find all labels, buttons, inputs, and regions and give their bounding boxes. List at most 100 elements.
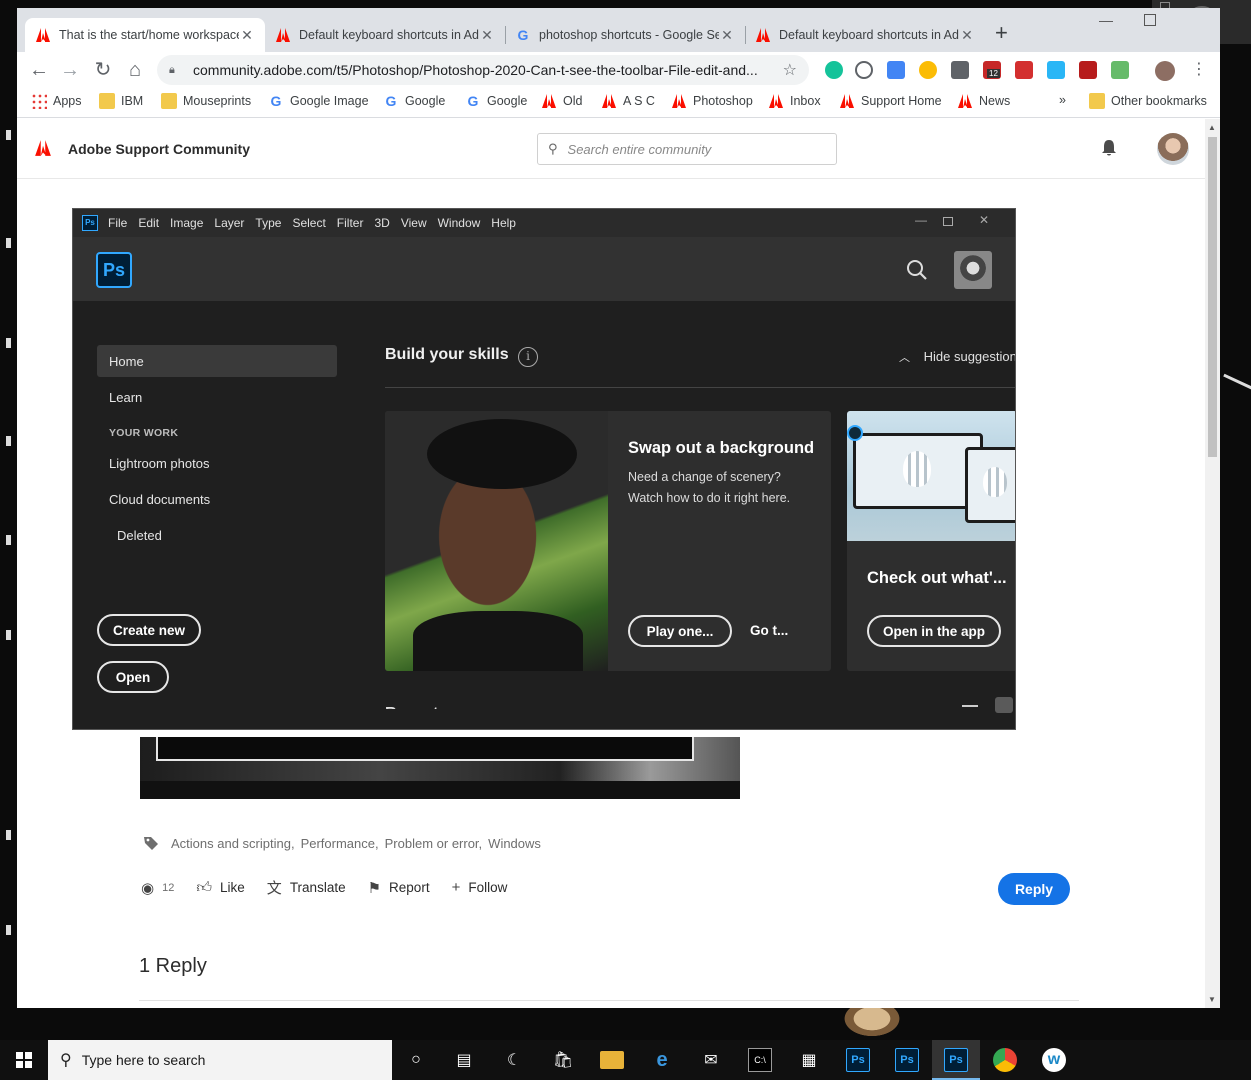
menu-type[interactable]: Type (255, 216, 281, 230)
bookmark-photoshop[interactable]: Photoshop (671, 93, 753, 109)
create-new-button[interactable]: Create new (97, 614, 201, 646)
list-view-icon[interactable] (962, 705, 978, 709)
profile-avatar[interactable] (1155, 61, 1175, 81)
bookmark-google-1[interactable]: G Google (383, 93, 446, 109)
sidebar-item-deleted[interactable]: Deleted (97, 519, 337, 551)
menu-view[interactable]: View (401, 216, 427, 230)
grammarly-icon[interactable] (825, 61, 843, 79)
app-icon[interactable]: ☾ (502, 1048, 526, 1072)
sidebar-item-cloud-documents[interactable]: Cloud documents (97, 483, 337, 515)
tab-google-search[interactable]: G photoshop shortcuts - Google Se ✕ (505, 18, 745, 52)
image-extension-icon[interactable] (1111, 61, 1129, 79)
tag-link[interactable]: Performance, (301, 836, 379, 851)
forward-arrow-icon[interactable]: → (58, 58, 82, 82)
maximize-icon[interactable] (1144, 14, 1156, 26)
play-one-button[interactable]: Play one... (628, 615, 732, 647)
taskbar-search-box[interactable]: ⚲ Type here to search (48, 1040, 392, 1080)
home-icon[interactable]: ⌂ (123, 58, 147, 82)
open-button[interactable]: Open (97, 661, 169, 693)
menu-select[interactable]: Select (292, 216, 325, 230)
back-arrow-icon[interactable]: ← (27, 58, 51, 82)
tag-link[interactable]: Problem or error, (385, 836, 483, 851)
screenshot-extension-icon[interactable] (1047, 61, 1065, 79)
ps-maximize-icon[interactable] (943, 217, 953, 226)
kebab-menu-icon[interactable]: ⋮ (1187, 58, 1211, 82)
chrome-icon[interactable] (993, 1048, 1017, 1072)
like-button[interactable]: 👍︎ Like (196, 879, 244, 897)
extension-icon[interactable] (855, 61, 873, 79)
terminal-icon[interactable]: C:\ (748, 1048, 772, 1072)
minimize-icon[interactable]: — (1099, 12, 1113, 28)
bookmark-other-bookmarks[interactable]: Other bookmarks (1089, 93, 1207, 109)
reply-button[interactable]: Reply (998, 873, 1070, 905)
sidebar-item-learn[interactable]: Learn (97, 381, 337, 413)
info-icon[interactable]: i (518, 347, 538, 367)
tab-keyboard-shortcuts-2[interactable]: Default keyboard shortcuts in Ad ✕ (745, 18, 985, 52)
follow-button[interactable]: + Follow (452, 879, 508, 896)
close-tab-icon[interactable]: ✕ (719, 27, 735, 44)
tag-link[interactable]: Windows (488, 836, 541, 851)
page-scrollbar[interactable]: ▲ ▼ (1205, 119, 1220, 1008)
new-tab-icon[interactable]: + (995, 20, 1008, 46)
menu-help[interactable]: Help (491, 216, 516, 230)
translate-button[interactable]: 文 Translate (267, 877, 346, 898)
bookmark-asc[interactable]: A S C (601, 93, 655, 109)
sidebar-item-home[interactable]: Home (97, 345, 337, 377)
bookmark-support-home[interactable]: Support Home (839, 93, 942, 109)
user-avatar[interactable] (1157, 133, 1189, 165)
speed-extension-icon[interactable] (919, 61, 937, 79)
task-view-icon[interactable]: ▤ (452, 1048, 476, 1072)
ps-minimize-icon[interactable]: — (915, 213, 927, 227)
menu-edit[interactable]: Edit (138, 216, 159, 230)
menu-filter[interactable]: Filter (337, 216, 364, 230)
bookmark-ibm[interactable]: IBM (99, 93, 143, 109)
photoshop-taskbar-icon[interactable]: Ps (895, 1048, 919, 1072)
go-to-link[interactable]: Go t... (750, 623, 788, 638)
adobe-logo-icon[interactable] (33, 139, 53, 157)
bookmark-inbox[interactable]: Inbox (768, 93, 821, 109)
close-tab-icon[interactable]: ✕ (959, 27, 975, 44)
menu-file[interactable]: File (108, 216, 127, 230)
community-search-input[interactable]: ⚲ Search entire community (537, 133, 837, 165)
bookmarks-overflow-icon[interactable]: » (1059, 93, 1066, 107)
menu-image[interactable]: Image (170, 216, 203, 230)
photoshop-taskbar-icon-active[interactable]: Ps (944, 1048, 968, 1072)
bookmark-news[interactable]: News (957, 93, 1010, 109)
store-icon[interactable]: 🛍︎ (551, 1048, 575, 1072)
search-icon[interactable] (906, 259, 928, 281)
menu-layer[interactable]: Layer (214, 216, 244, 230)
windows-start-button[interactable] (0, 1040, 48, 1080)
bookmark-mouseprints[interactable]: Mouseprints (161, 93, 251, 109)
scroll-down-icon[interactable]: ▼ (1208, 995, 1216, 1004)
cortana-icon[interactable]: ○ (404, 1048, 428, 1072)
tab-keyboard-shortcuts-1[interactable]: Default keyboard shortcuts in Ad ✕ (265, 18, 505, 52)
sidebar-item-lightroom-photos[interactable]: Lightroom photos (97, 447, 337, 479)
settings-extension-icon[interactable] (951, 61, 969, 79)
bookmark-apps[interactable]: Apps (31, 93, 82, 109)
file-explorer-icon[interactable] (600, 1051, 624, 1069)
menu-window[interactable]: Window (438, 216, 481, 230)
scrollbar-thumb[interactable] (1208, 137, 1217, 457)
bookmark-google-image[interactable]: G Google Image (268, 93, 369, 109)
pdf-extension-icon[interactable] (1015, 61, 1033, 79)
mail-icon[interactable]: ✉ (699, 1048, 723, 1072)
grid-view-icon[interactable] (995, 697, 1013, 713)
community-title[interactable]: Adobe Support Community (68, 141, 250, 157)
ps-user-avatar[interactable] (954, 251, 992, 289)
hide-suggestions-button[interactable]: ︿ Hide suggestion (899, 349, 1015, 365)
photoshop-taskbar-icon[interactable]: Ps (846, 1048, 870, 1072)
translate-extension-icon[interactable] (887, 61, 905, 79)
scroll-up-icon[interactable]: ▲ (1208, 123, 1216, 132)
calculator-icon[interactable]: ▦ (797, 1048, 821, 1072)
app-w-icon[interactable]: w (1042, 1048, 1066, 1072)
notification-bell-icon[interactable] (1101, 139, 1117, 157)
open-in-app-button[interactable]: Open in the app (867, 615, 1001, 647)
report-button[interactable]: ⚑ Report (368, 879, 430, 897)
edge-icon[interactable]: e (650, 1048, 674, 1072)
tag-link[interactable]: Actions and scripting, (171, 836, 295, 851)
bookmark-star-icon[interactable]: ☆ (783, 60, 797, 80)
close-tab-icon[interactable]: ✕ (479, 27, 495, 44)
menu-3d[interactable]: 3D (374, 216, 389, 230)
ps-close-icon[interactable]: ✕ (979, 213, 989, 227)
adobe-extension-icon[interactable] (1079, 61, 1097, 79)
